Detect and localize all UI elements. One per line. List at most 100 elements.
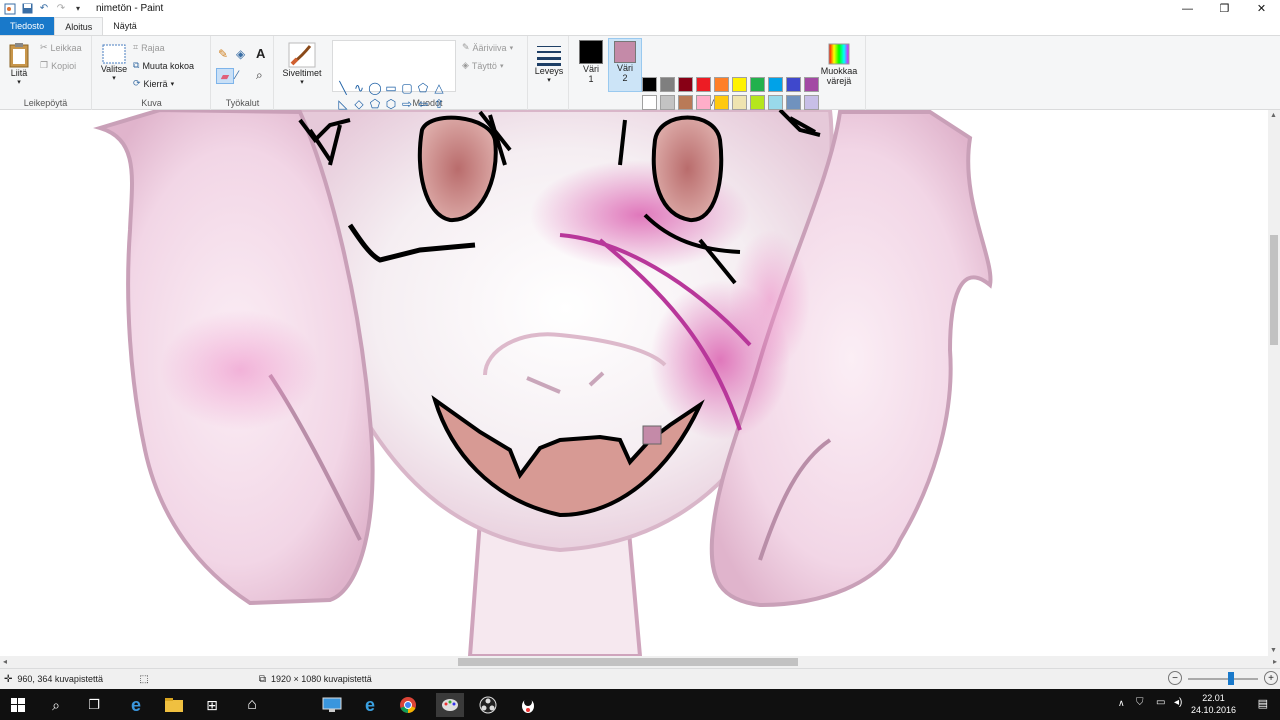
scroll-up-icon[interactable]: ▲	[1270, 112, 1277, 119]
fill-button[interactable]: ◈ Täyttö ▾	[462, 60, 503, 71]
color-picker-icon[interactable]: ⁄	[236, 68, 238, 82]
drawing-canvas[interactable]	[0, 110, 1268, 656]
palette-swatch[interactable]	[804, 95, 819, 110]
chrome-icon[interactable]	[396, 693, 420, 717]
palette-swatch[interactable]	[678, 77, 693, 92]
palette-swatch[interactable]	[732, 95, 747, 110]
volume-icon[interactable]: ◂)	[1174, 697, 1182, 708]
zoom-slider-thumb[interactable]	[1228, 672, 1234, 685]
show-hidden-icons-icon[interactable]: ∧	[1118, 698, 1125, 709]
minimize-button[interactable]: —	[1169, 0, 1206, 17]
file-explorer-icon[interactable]	[162, 693, 186, 717]
scroll-left-icon[interactable]: ◂	[3, 657, 7, 666]
monitor-app-icon[interactable]	[320, 693, 344, 717]
eraser-icon[interactable]: ▰	[216, 68, 234, 84]
rotate-button[interactable]: ⟳ Kierrä ▾	[133, 78, 174, 89]
edge-icon[interactable]: e	[124, 693, 148, 717]
tab-view[interactable]: Näytä	[103, 17, 147, 35]
curve-shape-icon[interactable]: ∿	[351, 80, 367, 96]
redo-icon[interactable]: ↷	[55, 3, 67, 15]
select-button[interactable]: Valitse ▾	[99, 44, 129, 84]
palette-swatch[interactable]	[678, 95, 693, 110]
palette-swatch[interactable]	[714, 95, 729, 110]
magnifier-icon[interactable]: ⌕	[256, 68, 263, 83]
palette-swatch[interactable]	[786, 77, 801, 92]
tab-file[interactable]: Tiedosto	[0, 17, 55, 35]
canvas-area[interactable]	[0, 110, 1268, 656]
color1-swatch	[579, 40, 603, 64]
store-icon[interactable]: ⊞	[200, 693, 224, 717]
text-tool-icon[interactable]: A	[256, 46, 265, 61]
palette-swatch[interactable]	[786, 95, 801, 110]
cursor-position-icon: ✛	[4, 673, 13, 685]
copy-button[interactable]: ❐ Kopioi	[40, 60, 76, 71]
resize-button[interactable]: ⧉ Muuta kokoa	[133, 60, 194, 71]
palette-swatch[interactable]	[660, 77, 675, 92]
palette-swatch[interactable]	[642, 77, 657, 92]
start-icon[interactable]	[6, 693, 30, 717]
close-button[interactable]: ✕	[1243, 0, 1280, 17]
scroll-right-icon[interactable]: ▸	[1273, 657, 1277, 666]
line-shape-icon[interactable]: ╲	[335, 80, 351, 96]
outline-button[interactable]: ✎ Ääriviiva ▾	[462, 42, 513, 53]
home-icon[interactable]: ⌂	[240, 693, 264, 717]
vertical-scrollbar[interactable]: ▲ ▼	[1268, 110, 1280, 656]
fill-bucket-icon[interactable]: ◈	[236, 47, 245, 61]
palette-swatch[interactable]	[696, 77, 711, 92]
vertical-scroll-thumb[interactable]	[1270, 235, 1278, 345]
network-icon[interactable]: ▭	[1156, 697, 1165, 708]
palette-swatch[interactable]	[768, 77, 783, 92]
search-icon[interactable]: ⌕	[44, 693, 68, 717]
task-view-icon[interactable]: ❐	[82, 693, 106, 717]
action-center-icon[interactable]: ▤	[1258, 697, 1268, 710]
palette-swatch[interactable]	[642, 95, 657, 110]
restore-button[interactable]: ❐	[1206, 0, 1243, 17]
ie-icon[interactable]: e	[358, 693, 382, 717]
zoom-in-button[interactable]: +	[1264, 671, 1278, 685]
rounded-rectangle-shape-icon[interactable]: ▢	[399, 80, 415, 96]
triangle-shape-icon[interactable]: △	[431, 80, 447, 96]
chevron-down-icon: ▾	[17, 79, 21, 86]
zoom-slider[interactable]	[1188, 678, 1258, 680]
zoom-out-button[interactable]: −	[1168, 671, 1182, 685]
chevron-down-icon: ▾	[300, 79, 304, 86]
pencil-icon[interactable]: ✎	[218, 47, 228, 61]
customize-toolbar-icon[interactable]: ▾	[72, 3, 84, 15]
palette-swatch[interactable]	[696, 95, 711, 110]
horizontal-scroll-thumb[interactable]	[458, 658, 798, 666]
palette-swatch[interactable]	[768, 95, 783, 110]
paint-app-icon[interactable]	[4, 3, 16, 15]
horizontal-scrollbar[interactable]: ◂ ▸	[0, 656, 1280, 668]
scissors-icon: ✂	[40, 42, 48, 52]
size-button[interactable]: Leveys ▾	[533, 44, 565, 86]
palette-swatch[interactable]	[750, 77, 765, 92]
palette-swatch[interactable]	[714, 77, 729, 92]
penguin-app-icon[interactable]	[516, 693, 540, 717]
polygon-shape-icon[interactable]: ⬠	[415, 80, 431, 96]
oval-shape-icon[interactable]: ◯	[367, 80, 383, 96]
brushes-button[interactable]: Siveltimet ▾	[281, 42, 323, 88]
cut-button[interactable]: ✂ Leikkaa	[40, 42, 82, 53]
palette-swatch[interactable]	[750, 95, 765, 110]
crop-button[interactable]: ⌗ Rajaa	[133, 42, 165, 53]
cheek-blush-side	[730, 230, 810, 370]
palette-swatch[interactable]	[660, 95, 675, 110]
save-icon[interactable]	[21, 3, 33, 15]
paint-icon[interactable]	[436, 693, 464, 717]
color1-button[interactable]: Väri 1	[574, 40, 608, 84]
tab-home[interactable]: Aloitus	[54, 17, 104, 35]
taskbar-clock[interactable]: 22.01 24.10.2016	[1191, 692, 1236, 716]
undo-icon[interactable]: ↶	[38, 3, 50, 15]
palette-swatch[interactable]	[732, 77, 747, 92]
ribbon-tabs: Tiedosto Aloitus Näytä	[0, 17, 1280, 36]
palette-swatch[interactable]	[804, 77, 819, 92]
rectangle-shape-icon[interactable]: ▭	[383, 80, 399, 96]
obs-icon[interactable]	[476, 693, 500, 717]
edit-colors-button[interactable]: Muokkaa värejä	[816, 42, 862, 86]
paste-button[interactable]: Liitä ▾	[6, 42, 32, 88]
color2-button[interactable]: Väri 2	[608, 38, 642, 92]
scroll-down-icon[interactable]: ▼	[1270, 647, 1277, 654]
shield-icon[interactable]: ⛉	[1136, 697, 1144, 708]
title-bar: ↶ ↷ ▾ nimetön - Paint — ❐ ✕	[0, 0, 1280, 17]
chevron-down-icon: ▾	[499, 62, 504, 70]
